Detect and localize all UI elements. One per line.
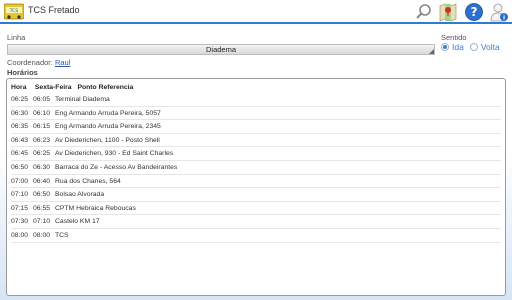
radio-volta[interactable]: Volta [469, 42, 500, 52]
table-row[interactable]: 06:43 06:23 Av Diederichen, 1100 - Posto S… [11, 134, 501, 148]
table-row[interactable]: 07:30 07:10 Castelo KM 17 [11, 215, 501, 229]
cell-ponto: Barraca do Ze - Acesso Av Bandeirantes [55, 163, 178, 171]
cell-hora: 07:00 [11, 177, 29, 185]
radio-ida[interactable]: Ida [441, 42, 464, 52]
cell-ponto: Eng Armando Arruda Pereira, 5057 [55, 109, 161, 117]
cell-ponto: Bolsao Alvorada [55, 191, 105, 199]
table-row[interactable]: 06:45 06:25 Av Diederichen, 930 - Ed Saint… [11, 147, 501, 161]
table-header: Hora Sexta-Feira Ponto Referencia [11, 82, 501, 93]
horarios-table: Hora Sexta-Feira Ponto Referencia 06:25 0… [6, 78, 506, 296]
cell-sexta: 06:10 [33, 109, 51, 117]
cell-sexta: 06:05 [33, 96, 51, 103]
table-body: 06:25 06:05 Terminal Diadema 06:30 06:10 Eng… [11, 93, 501, 243]
linha-selected-value: Diadema [205, 45, 236, 54]
cell-sexta: 06:25 [33, 150, 51, 158]
coordenador-row: Coordenador: Raul [7, 58, 70, 67]
table-row[interactable]: 07:15 06:55 CPTM Hebraica Reboucas [11, 202, 501, 216]
cell-ponto: Eng Armando Arruda Pereira, 2345 [55, 123, 161, 131]
cell-ponto: CPTM Hebraica Reboucas [55, 204, 136, 212]
cell-sexta: 06:40 [33, 177, 51, 185]
horarios-label: Horários [7, 68, 38, 77]
cell-sexta: 06:23 [33, 136, 51, 144]
cell-sexta: 08:00 [33, 231, 51, 239]
app-title: TCS Fretado [28, 5, 80, 15]
search-icon[interactable] [414, 2, 434, 22]
cell-sexta: 07:10 [33, 218, 51, 226]
table-row[interactable]: 06:50 06:30 Barraca do Ze - Acesso Av Band… [11, 161, 501, 175]
coordenador-link[interactable]: Raul [55, 58, 70, 67]
cell-hora: 06:25 [11, 96, 29, 103]
cell-hora: 06:50 [11, 163, 29, 171]
action-bar: TCS TCS Fretado ? i [0, 0, 512, 24]
linha-select[interactable]: Diadema [7, 44, 435, 55]
svg-text:?: ? [471, 5, 478, 19]
col-hora: Hora [11, 84, 27, 91]
map-icon[interactable] [438, 2, 458, 22]
col-ponto-referencia: Ponto Referencia [77, 84, 134, 91]
cell-ponto: Terminal Diadema [55, 96, 110, 103]
cell-hora: 07:30 [11, 218, 29, 226]
app-logo-icon: TCS [4, 3, 24, 20]
coordenador-label: Coordenador: [7, 58, 53, 67]
radio-unchecked-icon [469, 43, 478, 51]
cell-ponto: TCS [55, 231, 69, 239]
cell-hora: 06:35 [11, 123, 29, 131]
cell-ponto: Av Diederichen, 930 - Ed Saint Charles [55, 150, 174, 158]
cell-ponto: Castelo KM 17 [55, 218, 100, 226]
cell-sexta: 06:15 [33, 123, 51, 131]
cell-ponto: Rua dos Chanes, 564 [55, 177, 121, 185]
user-info-icon[interactable]: i [489, 2, 509, 22]
cell-hora: 06:43 [11, 136, 29, 144]
cell-ponto: Av Diederichen, 1100 - Posto Shell [55, 136, 160, 144]
col-sexta-feira: Sexta-Feira [34, 84, 72, 91]
sentido-radio-group: Ida Volta [441, 42, 506, 52]
dropdown-arrow-icon [429, 49, 434, 54]
table-row[interactable]: 06:25 06:05 Terminal Diadema [11, 93, 501, 107]
table-row[interactable]: 06:30 06:10 Eng Armando Arruda Pereira, 50… [11, 107, 501, 121]
cell-hora: 08:00 [11, 231, 29, 239]
table-row[interactable]: 08:00 08:00 TCS [11, 229, 501, 243]
cell-hora: 07:10 [11, 191, 29, 199]
svg-text:TCS: TCS [9, 8, 19, 14]
radio-ida-label: Ida [452, 42, 464, 52]
cell-sexta: 06:50 [33, 191, 51, 199]
table-row[interactable]: 07:10 06:50 Bolsao Alvorada [11, 188, 501, 202]
cell-hora: 07:15 [11, 204, 29, 212]
cell-hora: 06:30 [11, 109, 29, 117]
linha-label: Linha [7, 33, 26, 42]
table-row[interactable]: 06:35 06:15 Eng Armando Arruda Pereira, 23… [11, 120, 501, 134]
cell-hora: 06:45 [11, 150, 29, 158]
cell-sexta: 06:30 [33, 163, 51, 171]
table-row[interactable]: 07:00 06:40 Rua dos Chanes, 564 [11, 175, 501, 189]
radio-volta-label: Volta [480, 42, 500, 52]
cell-sexta: 06:55 [33, 204, 51, 212]
sentido-label: Sentido [441, 33, 467, 42]
radio-checked-icon [441, 43, 449, 51]
svg-text:i: i [503, 15, 505, 22]
help-icon[interactable]: ? [464, 2, 484, 22]
